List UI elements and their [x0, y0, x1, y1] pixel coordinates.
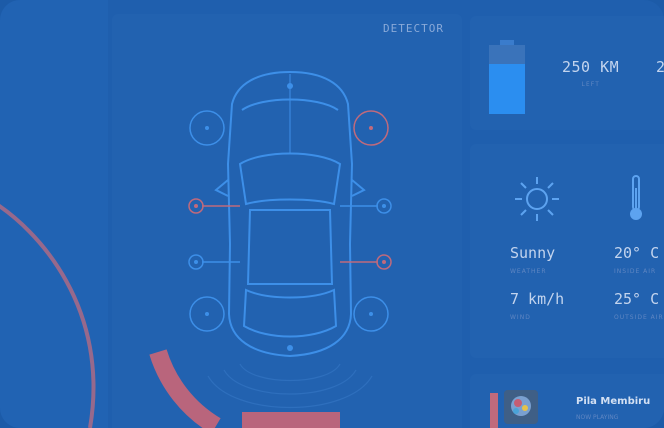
outside-temperature: 25° C: [614, 290, 660, 308]
left-warning-arc: [149, 349, 221, 428]
left-rail: [0, 0, 108, 428]
music-accent-bar: [490, 393, 498, 428]
range-label: LEFT: [581, 81, 600, 88]
weather-condition: Sunny: [510, 244, 556, 262]
inside-temperature: 20° C: [614, 244, 660, 262]
thermometer-icon: [630, 175, 642, 220]
track-subtitle: NOW PLAYING: [576, 414, 619, 421]
album-art: [504, 390, 538, 424]
track-title: Pila Membiru: [576, 396, 651, 407]
dashboard-frame: DETECTOR 250 KM LEFT 2 Sunny WEATHER 20°…: [0, 0, 664, 428]
car-sensor-diagram: [149, 70, 392, 428]
front-sensor: [287, 83, 293, 89]
inside-temperature-label: INSIDE AIR: [614, 268, 657, 275]
wind-speed: 7 km/h: [510, 290, 565, 308]
battery-panel: 250 KM LEFT 2: [470, 16, 664, 130]
weather-condition-label: WEATHER: [510, 268, 547, 275]
battery-charge-fill: [489, 64, 525, 114]
music-panel[interactable]: Pila Membiru NOW PLAYING: [470, 374, 664, 428]
secondary-stat: 2: [656, 58, 664, 76]
secondary-value: 2: [656, 58, 664, 76]
detector-panel: DETECTOR: [112, 14, 462, 428]
outside-temperature-label: OUTSIDE AIR: [614, 314, 664, 321]
sun-icon: [515, 177, 559, 221]
wind-speed-label: WIND: [510, 314, 531, 321]
battery-icon: [489, 40, 525, 114]
rear-sensor: [287, 345, 293, 351]
range-value: 250 KM: [562, 58, 620, 76]
weather-panel: Sunny WEATHER 20° C INSIDE AIR 7 km/h WI…: [470, 144, 664, 358]
range-stat: 250 KM LEFT: [562, 58, 619, 88]
road-curve-graphic: [0, 204, 96, 428]
